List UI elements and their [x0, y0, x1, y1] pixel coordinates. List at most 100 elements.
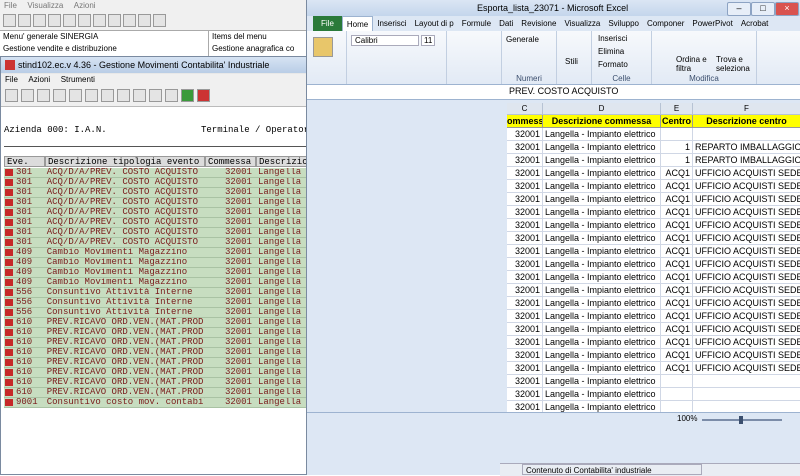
sheet-cell[interactable]: Langella - Impianto elettrico	[543, 336, 661, 349]
help-icon[interactable]	[153, 13, 166, 27]
col-header[interactable]: Descrizione tipologia evento	[45, 156, 205, 167]
ribbon-tab[interactable]: Formule	[458, 16, 495, 31]
sheet-cell[interactable]: UFFICIO ACQUISTI SEDE	[693, 245, 800, 258]
menu-file[interactable]: File	[1, 74, 22, 86]
sheet-cell[interactable]: REPARTO IMBALLAGGIO SE	[693, 141, 800, 154]
sheet-cell[interactable]: Langella - Impianto elettrico	[543, 232, 661, 245]
zoom-level[interactable]: 100%	[677, 414, 697, 423]
sheet-cell[interactable]: 32001	[507, 297, 543, 310]
col-header[interactable]: Eve.	[4, 156, 45, 167]
sheet-cell[interactable]: ACQ1	[661, 219, 693, 232]
sheet-cell[interactable]: Langella - Impianto elettrico	[543, 349, 661, 362]
sheet-cell[interactable]: 32001	[507, 128, 543, 141]
insert-button[interactable]: Inserisci	[598, 34, 627, 43]
sheet-cell[interactable]: UFFICIO ACQUISTI SEDE	[693, 271, 800, 284]
tree-item[interactable]: Menu' generale SINERGIA	[0, 31, 208, 43]
font-size-select[interactable]: 11	[421, 35, 436, 46]
list-item[interactable]: Gestione anagrafica co	[209, 43, 306, 55]
sheet-cell[interactable]: UFFICIO ACQUISTI SEDE	[693, 180, 800, 193]
sheet-cell[interactable]: UFFICIO ACQUISTI SEDE	[693, 362, 800, 375]
sheet-cell[interactable]: 32001	[507, 258, 543, 271]
sheet-cell[interactable]: Langella - Impianto elettrico	[543, 297, 661, 310]
sheet-cell[interactable]: Langella - Impianto elettrico	[543, 375, 661, 388]
tree-item[interactable]: Gestione vendite e distribuzione	[0, 43, 208, 55]
sheet-cell[interactable]	[661, 128, 693, 141]
sheet-cell[interactable]: Langella - Impianto elettrico	[543, 219, 661, 232]
sheet-cell[interactable]: 32001	[507, 154, 543, 167]
sheet-cell[interactable]: Langella - Impianto elettrico	[543, 154, 661, 167]
sheet-cell[interactable]: 32001	[507, 323, 543, 336]
sheet-cell[interactable]: Langella - Impianto elettrico	[543, 245, 661, 258]
col-header[interactable]: Commessa	[205, 156, 256, 167]
sheet-cell[interactable]: 32001	[507, 375, 543, 388]
sheet-cell[interactable]: Langella - Impianto elettrico	[543, 258, 661, 271]
sheet-cell[interactable]: UFFICIO ACQUISTI SEDE	[693, 323, 800, 336]
sheet-cell[interactable]	[693, 375, 800, 388]
col-letter[interactable]: D	[543, 103, 661, 115]
header-cell[interactable]: Descrizione commessa	[543, 115, 661, 128]
sheet-cell[interactable]: 32001	[507, 219, 543, 232]
col-letter[interactable]: F	[693, 103, 800, 115]
sheet-cell[interactable]: 32001	[507, 388, 543, 401]
close-icon[interactable]: ×	[775, 2, 799, 16]
header-cell[interactable]: ommessa	[507, 115, 543, 128]
sheet-cell[interactable]: 32001	[507, 167, 543, 180]
sheet-cell[interactable]: 32001	[507, 284, 543, 297]
sheet-cell[interactable]	[661, 388, 693, 401]
ribbon-tab[interactable]: File	[313, 16, 342, 31]
tool-icon[interactable]	[93, 13, 106, 27]
menu-azioni[interactable]: Azioni	[70, 0, 100, 11]
sheet-cell[interactable]: 32001	[507, 271, 543, 284]
sheet-cell[interactable]: ACQ1	[661, 206, 693, 219]
minimize-icon[interactable]: –	[727, 2, 751, 16]
sheet-cell[interactable]: UFFICIO ACQUISTI SEDE	[693, 310, 800, 323]
list-icon[interactable]	[165, 89, 178, 102]
sheet-cell[interactable]: Langella - Impianto elettrico	[543, 206, 661, 219]
edit-icon[interactable]	[37, 89, 50, 102]
ribbon-tab[interactable]: Home	[341, 15, 374, 32]
ribbon-tab[interactable]: Dati	[495, 16, 517, 31]
sheet-cell[interactable]: Langella - Impianto elettrico	[543, 141, 661, 154]
tool-icon[interactable]	[108, 13, 121, 27]
copy-icon[interactable]	[53, 89, 66, 102]
sheet-cell[interactable]: ACQ1	[661, 349, 693, 362]
excel-titlebar[interactable]: Esporta_lista_23071 - Microsoft Excel – …	[307, 0, 800, 16]
print-icon[interactable]	[117, 89, 130, 102]
sheet-cell[interactable]: ACQ1	[661, 258, 693, 271]
ribbon-tab[interactable]: PowerPivot	[688, 16, 736, 31]
tool-icon[interactable]	[3, 13, 16, 27]
screen-icon[interactable]	[149, 89, 162, 102]
ribbon-tab[interactable]: Layout di p	[411, 16, 458, 31]
prev-icon[interactable]	[69, 89, 82, 102]
sheet-cell[interactable]: 32001	[507, 349, 543, 362]
delete-button[interactable]: Elimina	[598, 47, 624, 56]
cancel-icon[interactable]	[197, 89, 210, 102]
header-cell[interactable]: Descrizione centro	[693, 115, 800, 128]
zoom-knob[interactable]	[739, 416, 743, 424]
sheet-cell[interactable]: Langella - Impianto elettrico	[543, 193, 661, 206]
sheet-cell[interactable]: UFFICIO ACQUISTI SEDE	[693, 193, 800, 206]
sheet-cell[interactable]: Langella - Impianto elettrico	[543, 284, 661, 297]
ribbon-tab[interactable]: Inserisci	[373, 16, 410, 31]
sheet-cell[interactable]: 32001	[507, 193, 543, 206]
sheet-cell[interactable]: REPARTO IMBALLAGGIO SE	[693, 154, 800, 167]
sheet-cell[interactable]: Langella - Impianto elettrico	[543, 388, 661, 401]
sheet-cell[interactable]: Langella - Impianto elettrico	[543, 128, 661, 141]
format-button[interactable]: Formato	[598, 60, 628, 69]
help-icon[interactable]	[5, 89, 18, 102]
sheet-cell[interactable]: UFFICIO ACQUISTI SEDE	[693, 297, 800, 310]
sheet-cell[interactable]: ACQ1	[661, 232, 693, 245]
ribbon-tab[interactable]: Revisione	[517, 16, 560, 31]
formula-value[interactable]: PREV. COSTO ACQUISTO	[509, 86, 618, 96]
new-icon[interactable]	[21, 89, 34, 102]
camera-icon[interactable]	[133, 89, 146, 102]
sheet-cell[interactable]: ACQ1	[661, 245, 693, 258]
tool-icon[interactable]	[123, 13, 136, 27]
sheet-cell[interactable]	[693, 128, 800, 141]
sheet-cell[interactable]: 32001	[507, 180, 543, 193]
number-format-select[interactable]: Generale	[506, 35, 539, 44]
ribbon-tab[interactable]: Sviluppo	[604, 16, 643, 31]
header-cell[interactable]: Centro	[661, 115, 693, 128]
formula-bar[interactable]: PREV. COSTO ACQUISTO	[307, 85, 800, 100]
ribbon-tab[interactable]: Acrobat	[737, 16, 773, 31]
